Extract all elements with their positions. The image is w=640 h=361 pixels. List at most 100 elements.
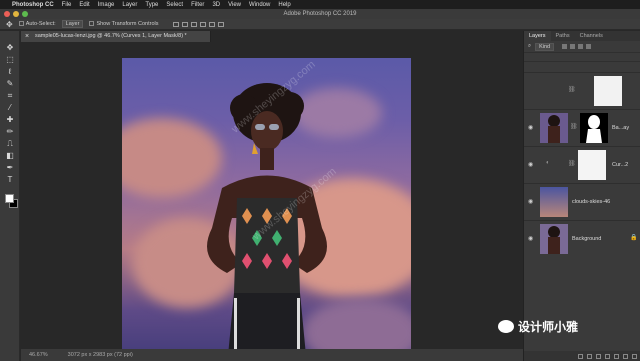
kind-dropdown[interactable]: Kind [535,42,555,51]
visibility-eye-icon[interactable]: ◉ [528,161,533,168]
tab-channels[interactable]: Channels [575,31,608,41]
fx-icon[interactable] [587,353,592,359]
layer-mask-thumbnail[interactable] [594,76,622,106]
layer-name: Ba...ay [612,125,630,131]
layer-mask-thumbnail[interactable] [580,113,608,143]
layer-row[interactable]: ◉ clouds-skies-46 [524,183,640,220]
person-thumbnail-icon [548,226,560,254]
layer-name: Cur...2 [612,162,629,168]
layer-row[interactable]: ◉ Background 🔒 [524,220,640,257]
type-filter-icon[interactable] [578,44,584,49]
menu-filter[interactable]: Filter [191,2,204,8]
menu-edit[interactable]: Edit [79,2,89,8]
link-layers-icon[interactable] [578,353,583,359]
shape-filter-icon[interactable] [586,44,592,49]
window-title-bar: Adobe Photoshop CC 2019 [0,9,640,19]
align-bottom-icon[interactable] [217,21,224,27]
app-name[interactable]: Photoshop CC [12,2,54,8]
stamp-tool-icon[interactable]: ⎍ [4,139,16,148]
layer-thumbnail[interactable] [540,224,568,254]
eyedropper-tool-icon[interactable]: ⁄ [4,103,16,112]
options-bar: ✥ Auto-Select: Layer Show Transform Cont… [0,19,640,30]
menu-image[interactable]: Image [98,2,115,8]
layer-mask-thumbnail[interactable] [578,150,606,180]
trash-icon[interactable] [632,353,637,359]
link-icon: ⛓ [568,87,576,93]
eraser-tool-icon[interactable]: ◧ [4,151,16,160]
minimize-window-button[interactable] [13,11,19,17]
align-left-icon[interactable] [172,21,179,27]
menu-3d[interactable]: 3D [212,2,220,8]
visibility-eye-icon[interactable]: ◉ [528,235,533,242]
align-right-icon[interactable] [190,21,197,27]
align-center-icon[interactable] [181,21,188,27]
auto-select-dropdown[interactable]: Layer [61,20,84,28]
pixel-filter-icon[interactable] [562,44,568,49]
link-icon: ⛓ [570,124,578,130]
menu-help[interactable]: Help [278,2,290,8]
menu-type[interactable]: Type [145,2,158,8]
close-tab-icon[interactable]: × [25,31,29,42]
align-top-icon[interactable] [199,21,206,27]
healing-tool-icon[interactable]: ✚ [4,115,16,124]
link-icon: ⛓ [568,161,576,167]
move-tool-icon[interactable]: ✥ [6,20,13,29]
type-tool-icon[interactable]: T [4,175,16,184]
marquee-tool-icon[interactable]: ⬚ [4,55,16,64]
document-tab[interactable]: × sample05-lucas-lenzi.jpg @ 46.7% (Curv… [21,31,211,42]
new-group-icon[interactable] [614,353,619,359]
layers-panel-footer [524,351,640,361]
visibility-eye-icon[interactable]: ◉ [528,198,533,205]
window-controls [4,11,28,17]
crop-tool-icon[interactable]: ⌗ [4,91,16,100]
align-buttons [172,21,224,27]
new-layer-icon[interactable] [623,353,628,359]
layer-row[interactable]: ◉ ◐ ⛓ Cur...2 [524,146,640,183]
menu-layer[interactable]: Layer [122,2,137,8]
add-mask-icon[interactable] [596,353,601,359]
quick-select-tool-icon[interactable]: ✎ [4,79,16,88]
layer-row[interactable]: ◉ ⛓ Ba...ay [524,109,640,146]
transform-controls-label: Show Transform Controls [96,21,159,27]
move-tool-icon[interactable]: ✥ [4,43,16,52]
menu-select[interactable]: Select [166,2,183,8]
layer-thumbnail[interactable] [540,187,568,217]
align-middle-icon[interactable] [208,21,215,27]
auto-select-label: Auto-Select: [25,21,56,27]
layer-row[interactable]: ⛓ [524,72,640,109]
brush-tool-icon[interactable]: ✏ [4,127,16,136]
visibility-eye-icon[interactable]: ◉ [528,124,533,131]
document-dimensions: 3072 px x 2983 px (72 ppi) [67,352,133,358]
menu-file[interactable]: File [62,2,72,8]
new-adjustment-icon[interactable] [605,353,610,359]
layers-panel: Layers Paths Channels ⌕ Kind ⛓ ◉ ⛓ Ba...… [523,31,640,361]
lasso-tool-icon[interactable]: ℓ [4,67,16,76]
watermark: 设计师小雅 [498,318,578,335]
layer-name: clouds-skies-46 [572,199,611,205]
tab-layers[interactable]: Layers [524,31,551,41]
panel-tabs: Layers Paths Channels [524,31,640,41]
lock-row[interactable] [524,61,640,70]
document-area: × sample05-lucas-lenzi.jpg @ 46.7% (Curv… [21,31,523,361]
layer-filter-row: ⌕ Kind [524,41,640,52]
close-window-button[interactable] [4,11,10,17]
zoom-level[interactable]: 46.67% [29,349,48,361]
tab-paths[interactable]: Paths [551,31,575,41]
filter-icons [562,44,592,49]
pen-tool-icon[interactable]: ✒ [4,163,16,172]
blend-mode-row[interactable] [524,52,640,61]
lock-icon: 🔒 [630,235,638,241]
layer-thumbnail[interactable] [540,113,568,143]
mac-menubar: Photoshop CC File Edit Image Layer Type … [0,0,640,9]
foreground-color-swatch[interactable] [5,194,14,203]
maximize-window-button[interactable] [22,11,28,17]
adjustment-filter-icon[interactable] [570,44,576,49]
wechat-icon [498,320,514,333]
search-icon: ⌕ [528,43,532,49]
silhouette-mask-icon [586,115,602,143]
transform-controls-checkbox[interactable]: Show Transform Controls [89,21,159,27]
auto-select-checkbox[interactable]: Auto-Select: [18,21,56,27]
watermark-text: 设计师小雅 [518,320,579,334]
menu-window[interactable]: Window [249,2,270,8]
menu-view[interactable]: View [228,2,241,8]
